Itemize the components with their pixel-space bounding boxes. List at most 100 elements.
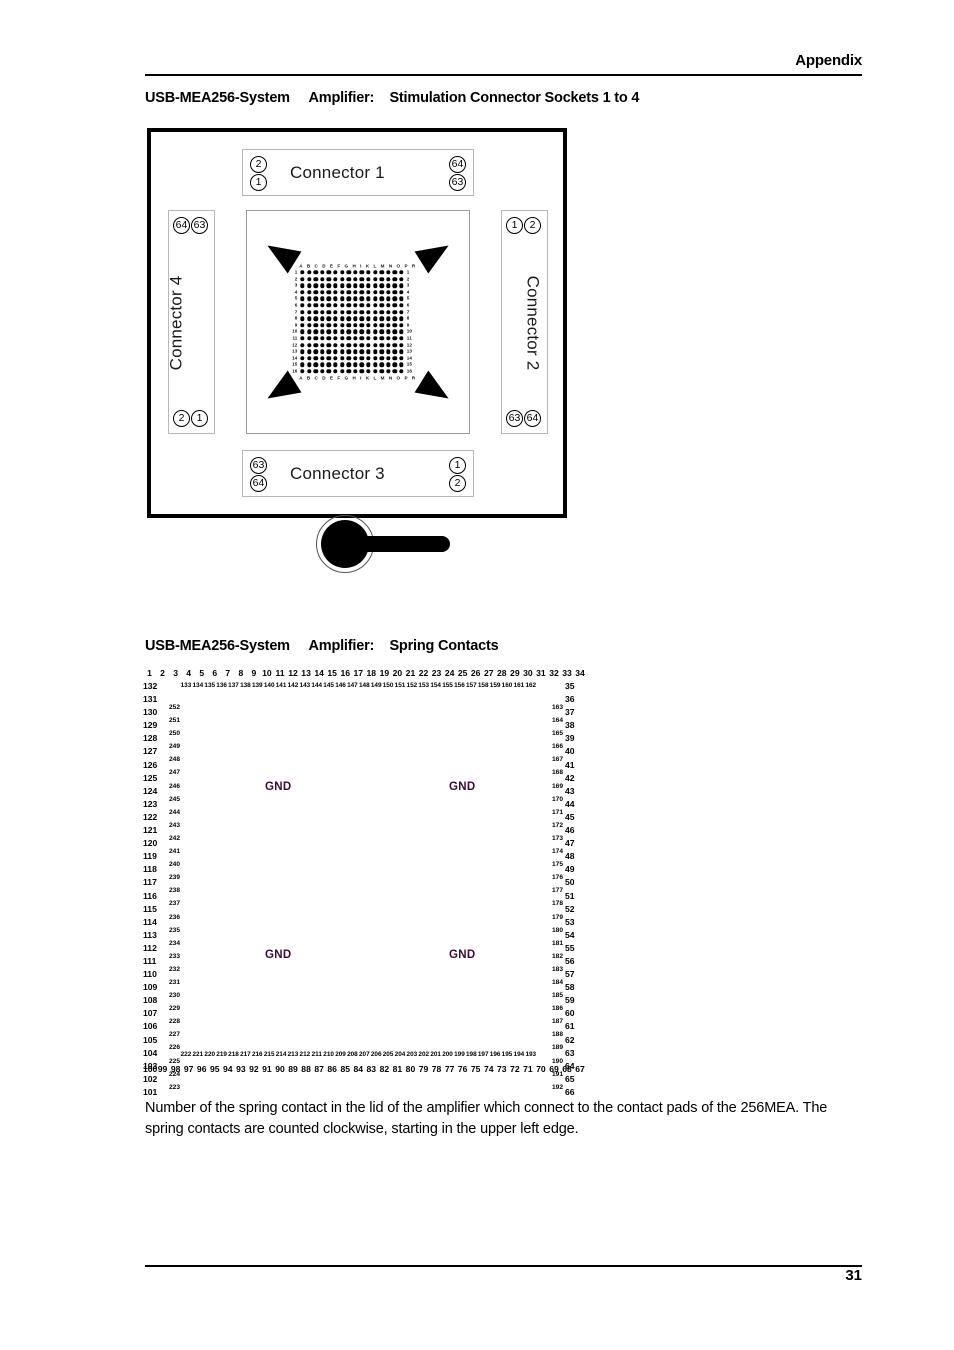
mea-electrode-N8 bbox=[379, 316, 384, 321]
spring-contact-number: 138 bbox=[240, 682, 251, 689]
spring-contact-number: 108 bbox=[143, 995, 158, 1006]
connector-1-pin-top-right: 64 bbox=[449, 156, 466, 173]
mea-electrode-G13 bbox=[339, 349, 345, 354]
spring-contact-number: 223 bbox=[169, 1083, 181, 1091]
mea-row-number: 2 bbox=[294, 275, 298, 281]
spring-contact-number: 37 bbox=[565, 707, 575, 718]
spring-contact-number: 116 bbox=[143, 890, 157, 901]
spring-contact-number: 92 bbox=[249, 1064, 259, 1074]
spring-contact-number: 110 bbox=[143, 969, 157, 980]
spring-contact-number: 250 bbox=[169, 730, 181, 738]
mea-electrode-C14 bbox=[313, 356, 318, 361]
mea-electrode-D6 bbox=[320, 303, 325, 308]
spring-contact-number: 216 bbox=[251, 1051, 263, 1058]
mea-electrode-O12 bbox=[386, 342, 391, 348]
mea-electrode-O11 bbox=[386, 336, 391, 341]
mea-electrode-B10 bbox=[306, 329, 312, 335]
mea-row-number: 7 bbox=[294, 308, 298, 314]
spring-contact-number: 205 bbox=[382, 1051, 394, 1058]
mea-electrode-F8 bbox=[333, 316, 338, 321]
spring-contact-number: 9 bbox=[251, 668, 257, 678]
spring-contact-number: 169 bbox=[551, 782, 563, 790]
spring-contact-number: 161 bbox=[513, 682, 525, 689]
mea-row-number: 1 bbox=[294, 269, 298, 275]
spring-contact-number: 130 bbox=[143, 707, 158, 718]
spring-contact-number: 207 bbox=[358, 1051, 370, 1058]
mea-row-number: 5 bbox=[294, 295, 298, 301]
spring-contact-number: 246 bbox=[169, 782, 181, 790]
mea-electrode-I9 bbox=[353, 323, 358, 328]
knob-stem bbox=[360, 536, 450, 552]
spring-contact-number: 168 bbox=[551, 769, 563, 777]
mea-electrode-H11 bbox=[346, 336, 351, 341]
spring-contact-number: 217 bbox=[240, 1051, 251, 1058]
mea-row-number: 13 bbox=[406, 348, 412, 354]
mea-electrode-L16 bbox=[366, 369, 371, 374]
spring-contact-number: 241 bbox=[169, 848, 181, 856]
spring-contact-number: 81 bbox=[392, 1064, 403, 1074]
spring-contact-number: 196 bbox=[489, 1051, 501, 1058]
spring-contact-number: 199 bbox=[454, 1051, 465, 1058]
spring-contact-number: 123 bbox=[143, 798, 158, 809]
mea-electrode-C3 bbox=[313, 283, 318, 288]
spring-contact-number: 225 bbox=[169, 1057, 181, 1065]
mea-electrode-N15 bbox=[379, 362, 384, 368]
spring-contact-number: 60 bbox=[565, 1008, 575, 1019]
mea-electrode-K5 bbox=[359, 296, 365, 302]
mea-electrode-A14 bbox=[300, 356, 305, 361]
spring-contact-number: 104 bbox=[143, 1047, 158, 1058]
mea-electrode-A2 bbox=[300, 276, 305, 282]
spring-contact-number: 234 bbox=[169, 939, 181, 947]
mea-electrode-G9 bbox=[339, 323, 345, 328]
mea-electrode-F6 bbox=[333, 303, 338, 308]
spring-contact-number: 115 bbox=[143, 903, 157, 914]
mea-electrode-E1 bbox=[326, 270, 332, 275]
spring-contact-number: 91 bbox=[262, 1064, 272, 1074]
spring-contact-number: 55 bbox=[565, 942, 575, 953]
mea-electrode-B3 bbox=[306, 283, 312, 288]
mea-row-number: 14 bbox=[406, 354, 412, 360]
mea-electrode-N12 bbox=[379, 342, 384, 348]
mea-electrode-I11 bbox=[353, 336, 358, 341]
mea-electrode-A7 bbox=[300, 309, 305, 315]
mea-electrode-O9 bbox=[386, 323, 391, 328]
mea-electrode-M6 bbox=[372, 303, 378, 308]
spring-contact-number: 163 bbox=[551, 704, 563, 711]
mea-electrode-G5 bbox=[339, 296, 345, 302]
spring-contacts-top-outer-row: 1 2 3 4 5 6 7 8 9 10 11 12 13 14 15 16 17 18 19 20 21 22 23 24 2… bbox=[143, 668, 587, 678]
spring-contact-number: 153 bbox=[418, 682, 430, 689]
mea-electrode-H3 bbox=[346, 283, 351, 288]
mea-row-number: 10 bbox=[292, 328, 298, 334]
spring-contact-number: 77 bbox=[444, 1064, 455, 1074]
mea-electrode-R8 bbox=[399, 316, 404, 321]
mea-row-number: 15 bbox=[406, 361, 412, 367]
spring-contact-number: 7 bbox=[225, 668, 231, 678]
mea-electrode-F16 bbox=[333, 369, 338, 374]
spring-contact-number: 18 bbox=[366, 668, 377, 678]
mea-electrode-K1 bbox=[359, 270, 365, 275]
mea-electrode-H15 bbox=[346, 362, 351, 368]
spring-contact-number: 114 bbox=[143, 916, 157, 927]
spring-contact-number: 13 bbox=[301, 668, 311, 678]
mea-electrode-L10 bbox=[366, 329, 371, 335]
mea-electrode-R3 bbox=[399, 283, 404, 288]
connector-1-pin-bottom-left: 1 bbox=[250, 174, 267, 191]
mea-row-number: 4 bbox=[294, 289, 298, 295]
spring-contact-number: 53 bbox=[565, 916, 575, 927]
mea-electrode-A13 bbox=[300, 349, 305, 354]
mea-electrode-P11 bbox=[392, 336, 398, 341]
spring-contact-number: 8 bbox=[238, 668, 244, 678]
mea-electrode-C15 bbox=[313, 362, 318, 368]
spring-contact-number: 85 bbox=[340, 1064, 350, 1074]
spring-contact-number: 230 bbox=[169, 992, 181, 1000]
spring-contact-number: 249 bbox=[169, 743, 181, 751]
spring-contact-number: 179 bbox=[551, 913, 563, 921]
mea-electrode-K3 bbox=[359, 283, 365, 288]
spring-contact-number: 23 bbox=[431, 668, 442, 678]
spring-contacts-left-inner-column: 252 251 250 249 248 247 246 245 244 243 242 241 240 2… bbox=[169, 701, 191, 1094]
mea-electrode-D11 bbox=[320, 336, 325, 341]
mea-row-number: 13 bbox=[292, 348, 298, 354]
mea-electrode-I10 bbox=[353, 329, 358, 335]
connector-3-label: Connector 3 bbox=[290, 464, 385, 483]
mea-electrode-P8 bbox=[392, 316, 398, 321]
